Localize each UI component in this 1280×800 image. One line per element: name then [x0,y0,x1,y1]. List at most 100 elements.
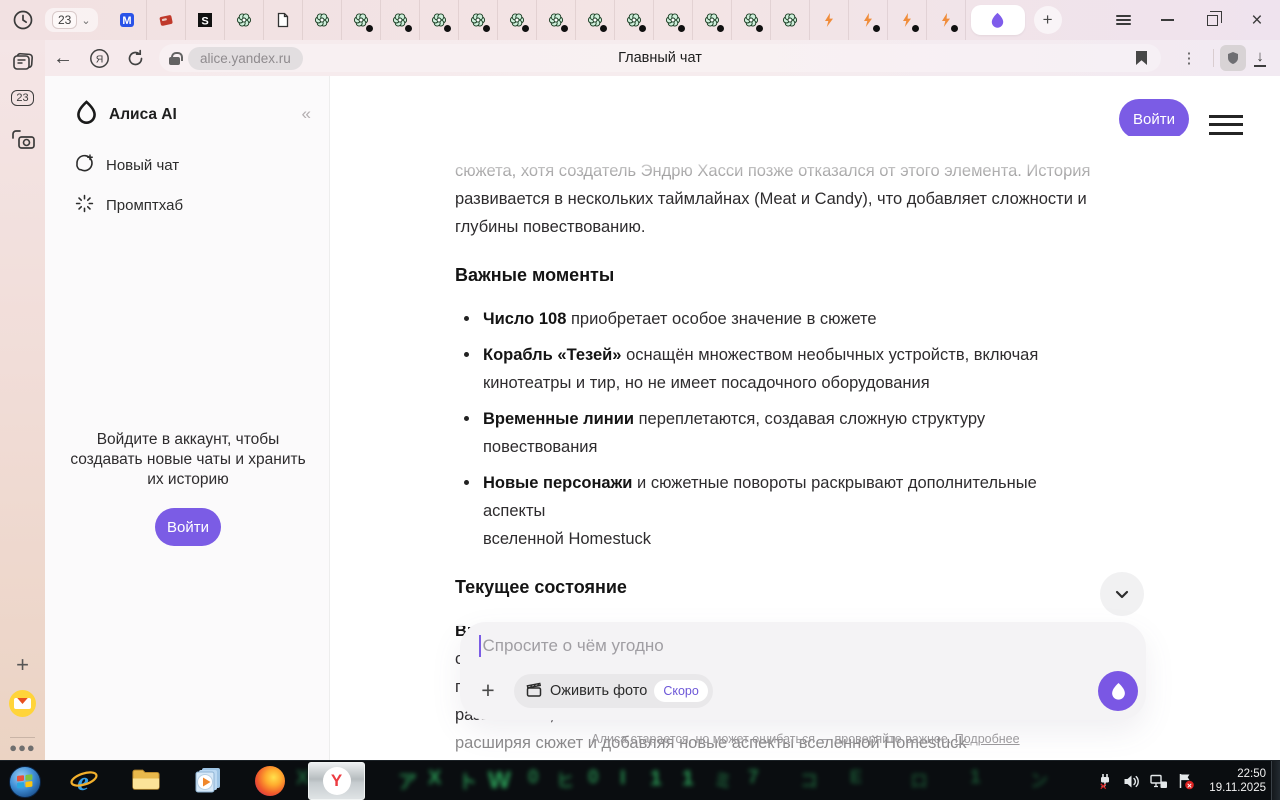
alice-voice-button[interactable] [1098,671,1138,711]
svg-text:✕: ✕ [1187,783,1193,790]
matrix-glyph: ヒ [556,771,574,791]
more-panels-icon[interactable]: ●●● [0,740,45,755]
tab-active-alice[interactable] [970,5,1025,35]
lock-icon[interactable] [169,51,183,65]
login-hint: Войдите в аккаунт, чтобы создавать новые … [70,431,306,488]
tab-notification-dot [716,25,724,32]
tab-bolt[interactable] [927,0,966,40]
tab-spiro[interactable] [459,0,498,40]
taskbar-ie[interactable]: e [69,766,99,800]
tab-spiro[interactable] [537,0,576,40]
address-bar[interactable]: alice.yandex.ru Главный чат [159,44,1161,72]
tab-spiro[interactable] [654,0,693,40]
bookmark-icon[interactable] [1136,51,1147,65]
action-center-alert-icon[interactable]: ✕ [1177,773,1195,790]
tab-notification-dot [482,25,490,32]
more-info-link[interactable]: Подробнее [955,732,1020,746]
close-button[interactable]: × [1242,5,1272,35]
tab-spiro[interactable] [303,0,342,40]
sidebar-item-label: Новый чат [106,157,180,174]
tab-spiro[interactable] [771,0,810,40]
matrix-glyph: ア [398,772,418,793]
matrix-glyph: コ [800,771,818,791]
tab-notification-dot [521,25,529,32]
downloads-icon[interactable]: ↓ [1254,49,1266,67]
taskbar-start[interactable] [9,766,41,798]
add-panel-icon[interactable]: + [0,652,45,678]
clock-date: 19.11.2025 [1209,782,1266,794]
volume-icon[interactable] [1123,774,1141,789]
browser-menu-icon[interactable] [1108,5,1138,35]
screenshot-icon[interactable] [0,128,45,152]
tab-s[interactable]: S [186,0,225,40]
collapse-sidebar-icon[interactable]: « [302,104,311,124]
history-clock-icon[interactable] [0,9,45,31]
taskbar-firefox[interactable] [255,766,285,796]
window-controls: × [1108,0,1272,40]
matrix-glyph: ト [458,772,478,793]
tab-spiro[interactable] [615,0,654,40]
tab-notification-dot [443,25,451,32]
tab-spiro[interactable] [732,0,771,40]
tab-m[interactable]: M [108,0,147,40]
page-title: Главный чат [618,50,702,66]
matrix-glyph: 0 [528,767,539,788]
protect-shield-icon[interactable] [1220,45,1246,71]
scroll-to-bottom-button[interactable] [1100,572,1144,616]
tab-spiro[interactable] [498,0,537,40]
tab-spiro[interactable] [420,0,459,40]
text-line: сюжета, хотя создатель Эндрю Хасси позже… [455,162,1091,180]
minimize-button[interactable] [1153,5,1183,35]
restore-button[interactable] [1197,5,1227,35]
composer-placeholder[interactable]: Спросите о чём угодно [483,636,664,656]
tab-spiro[interactable] [693,0,732,40]
tab-doc[interactable] [264,0,303,40]
sidebar-login-button[interactable]: Войти [155,508,221,546]
tab-red[interactable] [147,0,186,40]
power-alert-icon[interactable]: ✕ [1096,773,1114,790]
tab-spiro[interactable] [381,0,420,40]
taskbar-wmp[interactable] [194,766,224,799]
revive-photo-label: Оживить фото [550,683,648,699]
tab-bolt[interactable] [849,0,888,40]
tabs-counter-icon[interactable]: 23 [0,90,45,106]
revive-photo-button[interactable]: Оживить фото Скоро [514,674,713,708]
tab-spiro[interactable] [225,0,264,40]
svg-text:e: e [77,767,89,796]
tab-notification-dot [404,25,412,32]
chat-composer[interactable]: Спросите о чём угодно + Оживить фото Ско… [460,622,1146,720]
tab-bolt[interactable] [810,0,849,40]
header-login-button[interactable]: Войти [1119,99,1189,139]
svg-text:✕: ✕ [1100,781,1108,790]
text-line: глубины повествованию. [455,218,646,236]
alice-sidebar: Алиса AI « Новый чат Промптхаб Войдите в… [45,76,330,760]
url-text[interactable]: alice.yandex.ru [188,46,303,70]
recent-pages-icon[interactable] [0,52,45,74]
back-button[interactable]: ← [45,47,81,70]
extensions-menu-icon[interactable]: ⋮ [1171,49,1207,67]
mail-icon[interactable] [0,690,45,717]
bullet-item: Новые персонажи и сюжетные повороты раск… [455,469,1095,553]
matrix-glyph: ロ [910,771,928,791]
soon-badge: Скоро [654,680,708,702]
refresh-icon[interactable] [117,49,153,68]
sidebar-item-new-chat[interactable]: Новый чат [75,154,179,177]
taskbar-yandex-browser-active[interactable]: Y [308,762,365,800]
alice-page: Алиса AI « Новый чат Промптхаб Войдите в… [45,76,1280,760]
yandex-services-icon[interactable]: Я [81,48,117,69]
tab-spiro[interactable] [342,0,381,40]
network-icon[interactable] [1150,774,1168,789]
taskbar-clock[interactable]: 22:50 19.11.2025 [1209,767,1266,795]
tab-spiro[interactable] [576,0,615,40]
tab-bolt[interactable] [888,0,927,40]
matrix-glyph: 1 [650,767,662,790]
page-menu-icon[interactable] [1209,109,1243,141]
sidebar-item-prompthub[interactable]: Промптхаб [75,194,183,217]
matrix-glyph: ミ [714,771,732,791]
attach-button[interactable]: + [476,678,500,702]
new-tab-button[interactable]: + [1033,6,1062,34]
system-tray: ✕ ✕ 22:50 19.11.2025 [1096,761,1266,800]
taskbar-explorer[interactable] [131,766,161,797]
show-desktop-button[interactable] [1271,761,1280,800]
tab-counter[interactable]: 23 ⌄ [45,8,98,32]
